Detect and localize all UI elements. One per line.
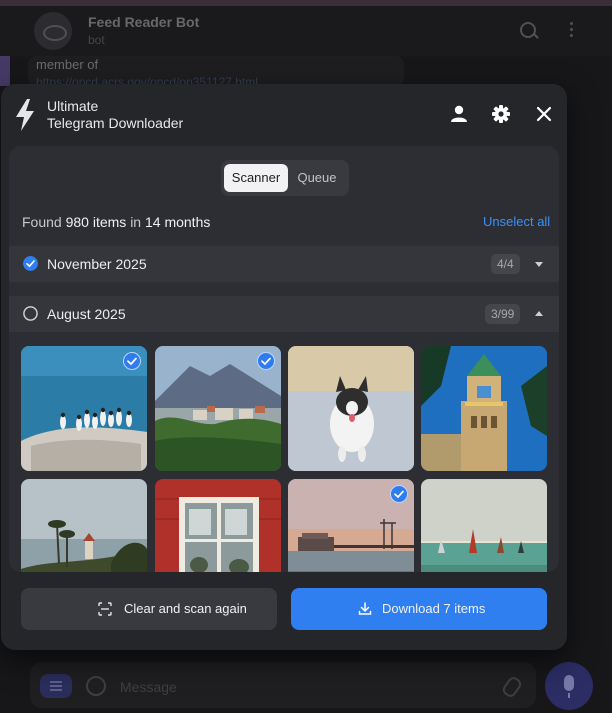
lightning-icon — [16, 99, 34, 131]
app-title-line1: Ultimate — [47, 98, 99, 114]
selected-check-icon — [123, 352, 141, 370]
summary-months: 14 months — [144, 214, 211, 230]
scanner-panel: Scanner Queue Found 980 items in 14 mont… — [9, 146, 559, 572]
photo-image — [155, 479, 281, 572]
photo-thumbnail[interactable] — [21, 346, 147, 471]
selected-check-icon — [390, 485, 408, 503]
checked-icon[interactable] — [23, 256, 38, 271]
summary-middle: in — [130, 214, 142, 230]
photo-thumbnail[interactable] — [421, 346, 547, 471]
photo-thumbnail[interactable] — [421, 479, 547, 572]
gear-icon[interactable] — [487, 100, 515, 128]
tab-switcher: Scanner Queue — [221, 160, 349, 196]
clear-and-scan-button[interactable]: Clear and scan again — [21, 588, 277, 630]
photo-thumbnail[interactable] — [288, 479, 414, 572]
photo-thumbnail[interactable] — [155, 479, 281, 572]
chevron-down-icon[interactable] — [533, 258, 545, 270]
unselect-all-link[interactable]: Unselect all — [483, 214, 550, 229]
close-icon[interactable] — [530, 100, 558, 128]
photo-image — [421, 346, 547, 471]
download-label: Download 7 items — [382, 601, 486, 616]
chevron-up-icon[interactable] — [533, 308, 545, 320]
photo-image — [421, 479, 547, 572]
month-row-november[interactable]: November 2025 4/4 — [9, 246, 559, 282]
download-icon — [358, 602, 372, 615]
tab-scanner[interactable]: Scanner — [224, 164, 288, 192]
photo-thumbnail[interactable] — [155, 346, 281, 471]
scan-summary: Found 980 items in 14 months — [22, 214, 210, 230]
photo-image — [21, 479, 147, 572]
month-label: November 2025 — [47, 256, 147, 272]
month-row-august[interactable]: August 2025 3/99 — [9, 296, 559, 332]
summary-items: 980 items — [65, 214, 127, 230]
scan-icon — [98, 602, 112, 616]
unchecked-icon[interactable] — [23, 306, 38, 321]
tab-queue[interactable]: Queue — [289, 164, 345, 192]
clear-and-scan-label: Clear and scan again — [124, 601, 247, 616]
month-count-badge: 4/4 — [491, 254, 520, 274]
month-label: August 2025 — [47, 306, 126, 322]
photo-thumbnail[interactable] — [288, 346, 414, 471]
download-button[interactable]: Download 7 items — [291, 588, 547, 630]
summary-prefix: Found — [22, 214, 62, 230]
downloader-modal: Ultimate Telegram Downloader Scanner Que… — [1, 84, 567, 650]
month-count-badge: 3/99 — [485, 304, 521, 324]
user-icon[interactable] — [445, 100, 473, 128]
photo-image — [288, 346, 414, 471]
photo-thumbnail[interactable] — [21, 479, 147, 572]
selected-check-icon — [257, 352, 275, 370]
app-title: Ultimate Telegram Downloader — [47, 98, 183, 132]
app-title-line2: Telegram Downloader — [47, 115, 184, 131]
